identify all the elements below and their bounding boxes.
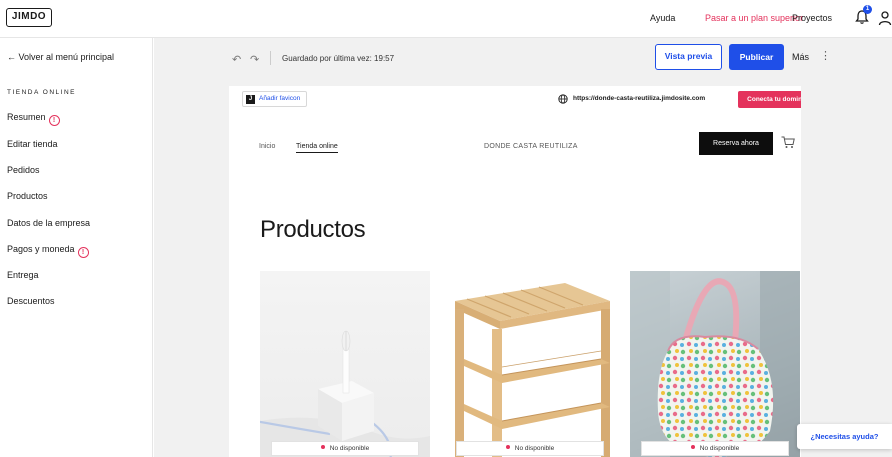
warning-icon: ! bbox=[48, 115, 60, 126]
reserve-now-button[interactable]: Reserva ahora bbox=[699, 132, 773, 155]
site-brand-name[interactable]: DONDE CASTA REUTILIZA bbox=[484, 143, 578, 150]
sidebar-item-label: Productos bbox=[7, 191, 48, 201]
editor-canvas: ↶ ↷ Guardado por última vez: 19:57 Vista… bbox=[154, 38, 892, 457]
sidebar-item-resumen[interactable]: Resumen! bbox=[7, 112, 60, 126]
sidebar-item-label: Datos de la empresa bbox=[7, 218, 91, 228]
availability-badge: No disponible bbox=[456, 441, 604, 456]
products-heading: Productos bbox=[260, 216, 366, 243]
availability-badge: No disponible bbox=[271, 441, 419, 456]
sidebar-item-label: Pedidos bbox=[7, 165, 40, 175]
user-icon[interactable] bbox=[878, 10, 892, 26]
globe-icon bbox=[558, 94, 568, 104]
add-favicon-label: Añadir favicon bbox=[259, 95, 301, 102]
undo-icon[interactable]: ↶ bbox=[232, 53, 241, 66]
sidebar-item-descuentos[interactable]: Descuentos bbox=[7, 296, 55, 306]
sidebar-item-productos[interactable]: Productos bbox=[7, 191, 48, 201]
product-image-cube-lamp bbox=[260, 330, 430, 457]
availability-badge: No disponible bbox=[641, 441, 789, 456]
last-saved-status: Guardado por última vez: 19:57 bbox=[282, 54, 395, 63]
connect-domain-button[interactable]: Conecta tu dominio bbox=[738, 91, 801, 108]
site-nav-tienda-online[interactable]: Tienda online bbox=[296, 143, 338, 153]
need-help-button[interactable]: ¿Necesitas ayuda? bbox=[797, 424, 892, 449]
sidebar-section-title: TIENDA ONLINE bbox=[7, 89, 76, 96]
toolbar-divider bbox=[270, 51, 271, 65]
sidebar-item-pedidos[interactable]: Pedidos bbox=[7, 165, 40, 175]
upgrade-plan-link[interactable]: Pasar a un plan superior bbox=[705, 13, 803, 23]
sidebar-item-label: Resumen bbox=[7, 112, 46, 122]
availability-text: No disponible bbox=[514, 445, 555, 452]
status-dot-icon bbox=[505, 445, 510, 449]
warning-icon: ! bbox=[77, 247, 89, 258]
sidebar-item-pagos-moneda[interactable]: Pagos y moneda! bbox=[7, 244, 89, 258]
product-card[interactable]: No disponible bbox=[445, 271, 615, 457]
sidebar-item-label: Descuentos bbox=[7, 296, 55, 306]
sidebar: ← Volver al menú principal TIENDA ONLINE… bbox=[0, 38, 153, 457]
sidebar-item-entrega[interactable]: Entrega bbox=[7, 270, 39, 280]
publish-button[interactable]: Publicar bbox=[729, 44, 784, 70]
more-menu-label[interactable]: Más bbox=[792, 52, 809, 62]
sidebar-item-label: Editar tienda bbox=[7, 139, 58, 149]
top-bar: JIMDO Ayuda Pasar a un plan superior Pro… bbox=[0, 0, 892, 38]
back-to-main-menu-link[interactable]: ← Volver al menú principal bbox=[7, 52, 114, 62]
sidebar-item-label: Entrega bbox=[7, 270, 39, 280]
sidebar-item-label: Pagos y moneda bbox=[7, 244, 75, 254]
site-admin-bar: J Añadir favicon https://donde-casta-reu… bbox=[229, 86, 801, 112]
favicon-placeholder-icon: J bbox=[246, 94, 255, 104]
site-domain-url[interactable]: https://donde-casta-reutiliza.jimdosite.… bbox=[573, 95, 705, 102]
product-image-patterned-bag bbox=[630, 271, 800, 457]
help-link[interactable]: Ayuda bbox=[650, 13, 675, 23]
add-favicon-button[interactable]: J Añadir favicon bbox=[242, 91, 308, 107]
more-options-icon[interactable]: ⋮ bbox=[820, 49, 831, 62]
product-image-wooden-shelf bbox=[455, 283, 610, 457]
site-nav-inicio[interactable]: Inicio bbox=[259, 143, 275, 150]
jimdo-logo[interactable]: JIMDO bbox=[6, 8, 52, 27]
sidebar-item-editar-tienda[interactable]: Editar tienda bbox=[7, 139, 58, 149]
availability-text: No disponible bbox=[329, 445, 370, 452]
sidebar-item-datos-empresa[interactable]: Datos de la empresa bbox=[7, 218, 90, 228]
site-preview: J Añadir favicon https://donde-casta-reu… bbox=[229, 86, 801, 457]
projects-link[interactable]: Proyectos bbox=[792, 13, 832, 23]
preview-button[interactable]: Vista previa bbox=[655, 44, 722, 70]
product-card[interactable]: No disponible bbox=[630, 271, 800, 457]
shopping-cart-icon[interactable] bbox=[781, 136, 795, 149]
product-card[interactable]: No disponible bbox=[260, 271, 430, 457]
status-dot-icon bbox=[690, 445, 695, 449]
notification-badge: 1 bbox=[863, 5, 872, 14]
status-dot-icon bbox=[320, 445, 325, 449]
availability-text: No disponible bbox=[699, 445, 740, 452]
redo-icon[interactable]: ↷ bbox=[250, 53, 259, 66]
